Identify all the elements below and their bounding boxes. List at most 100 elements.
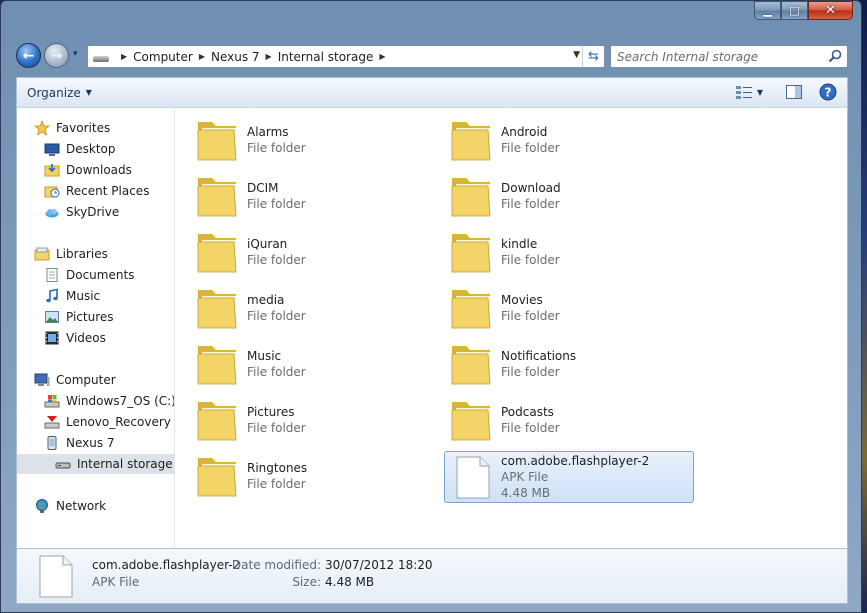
folder-item[interactable]: Android File folder	[430, 108, 680, 161]
portable-device-icon	[47, 436, 57, 450]
nav-label: Computer	[56, 373, 116, 387]
nav-internal-storage[interactable]: Internal storage	[17, 454, 174, 474]
help-icon: ?	[819, 83, 837, 101]
search-box[interactable]	[610, 45, 848, 68]
folder-icon	[451, 178, 491, 217]
details-file-name: com.adobe.flashplayer-2	[92, 558, 241, 572]
breadcrumb-separator-icon[interactable]: ▶	[373, 52, 391, 61]
folder-item[interactable]: iQuran File folder	[176, 220, 426, 273]
explorer-window: ▁ □ ✕ ← → ▾ ▶ Computer ▶ Nexus 7 ▶ Inter…	[0, 0, 862, 613]
file-type: File folder	[247, 365, 306, 379]
folder-item[interactable]: Alarms File folder	[176, 108, 426, 161]
nav-libraries[interactable]: Libraries	[34, 244, 108, 264]
nav-label: Network	[56, 499, 107, 513]
back-arrow-icon: ←	[22, 47, 35, 64]
folder-item[interactable]: Movies File folder	[430, 276, 680, 329]
toolbar-right: ▼ ?	[727, 82, 839, 102]
folder-item[interactable]: Notifications File folder	[430, 332, 680, 385]
folder-item[interactable]: Music File folder	[176, 332, 426, 385]
nav-label: Documents	[66, 268, 135, 282]
folder-item[interactable]: Podcasts File folder	[430, 388, 680, 441]
minimize-button[interactable]: ▁	[754, 1, 781, 20]
nav-label: Lenovo_Recovery (Q	[66, 415, 174, 429]
file-type: File folder	[501, 309, 560, 323]
maximize-button[interactable]: □	[781, 1, 808, 20]
breadcrumb-separator-icon[interactable]: ▶	[193, 52, 211, 61]
folder-icon	[197, 346, 237, 385]
nav-label: Music	[66, 289, 101, 303]
file-type: File folder	[501, 365, 560, 379]
recent-pages-dropdown[interactable]: ▾	[73, 49, 78, 59]
desktop-icon	[44, 143, 60, 156]
selected-file-item[interactable]: com.adobe.flashplayer-2 APK File 4.48 MB	[444, 451, 694, 503]
file-name: Download	[501, 181, 561, 195]
nav-documents[interactable]: Documents	[44, 265, 134, 285]
pictures-icon	[45, 311, 59, 323]
close-button[interactable]: ✕	[808, 1, 853, 20]
refresh-button[interactable]: ⇆	[582, 46, 604, 67]
close-icon: ✕	[825, 3, 836, 18]
drive-icon	[93, 55, 109, 62]
nav-videos[interactable]: Videos	[44, 328, 106, 348]
organize-button[interactable]: Organize ▼	[27, 78, 92, 107]
refresh-icon: ⇆	[588, 49, 599, 64]
nav-label: Recent Places	[66, 184, 150, 198]
file-type: File folder	[247, 309, 306, 323]
change-view-button[interactable]	[733, 82, 755, 102]
svg-text:?: ?	[825, 86, 832, 100]
nav-label: SkyDrive	[66, 205, 120, 219]
folder-item[interactable]: Pictures File folder	[176, 388, 426, 441]
preview-pane-button[interactable]	[783, 82, 805, 102]
folder-item[interactable]: media File folder	[176, 276, 426, 329]
file-name: Movies	[501, 293, 543, 307]
search-icon[interactable]	[827, 48, 843, 64]
folder-icon	[197, 290, 237, 329]
folder-icon	[451, 122, 491, 161]
back-button[interactable]: ←	[16, 43, 41, 68]
nav-pictures[interactable]: Pictures	[44, 307, 114, 327]
nav-windows7-os-drive[interactable]: Windows7_OS (C:)	[44, 391, 174, 411]
search-input[interactable]	[611, 46, 821, 67]
nav-lenovo-recovery-drive[interactable]: Lenovo_Recovery (Q	[44, 412, 174, 432]
nav-downloads[interactable]: Downloads	[44, 160, 132, 180]
windows-drive-icon	[44, 395, 60, 408]
nav-nexus7[interactable]: Nexus 7	[44, 433, 115, 453]
maximize-icon: □	[789, 4, 800, 17]
file-type: File folder	[247, 421, 306, 435]
navigation-bar: ← → ▾ ▶ Computer ▶ Nexus 7 ▶ Internal st…	[16, 43, 851, 69]
nav-label: Videos	[66, 331, 106, 345]
music-note-icon	[46, 288, 58, 303]
forward-button[interactable]: →	[44, 43, 69, 68]
folder-item[interactable]: DCIM File folder	[176, 164, 426, 217]
nav-skydrive[interactable]: SkyDrive	[44, 202, 119, 222]
folder-icon	[451, 346, 491, 385]
nav-music[interactable]: Music	[44, 286, 100, 306]
file-name: Notifications	[501, 349, 577, 363]
nav-network[interactable]: Network	[34, 496, 106, 516]
breadcrumb-label: Nexus 7	[210, 49, 260, 64]
nav-recent-places[interactable]: Recent Places	[44, 181, 149, 201]
nav-desktop[interactable]: Desktop	[44, 139, 116, 159]
view-options-dropdown-icon[interactable]: ▼	[757, 88, 763, 97]
folder-item[interactable]: Download File folder	[430, 164, 680, 217]
breadcrumb-separator-icon[interactable]: ▶	[115, 52, 133, 61]
file-size: 4.48 MB	[501, 486, 551, 500]
folder-item[interactable]: Ringtones File folder	[176, 444, 426, 497]
breadcrumb-computer[interactable]: ▶ Computer	[115, 46, 193, 67]
nav-computer[interactable]: Computer	[34, 370, 116, 390]
breadcrumb-separator-icon[interactable]: ▶	[260, 52, 278, 61]
nav-favorites[interactable]: Favorites	[34, 118, 110, 138]
file-type: File folder	[501, 421, 560, 435]
address-bar[interactable]: ▶ Computer ▶ Nexus 7 ▶ Internal storage …	[87, 45, 605, 68]
address-dropdown-icon[interactable]: ▼	[573, 50, 580, 60]
folder-item[interactable]: kindle File folder	[430, 220, 680, 273]
file-type: File folder	[247, 141, 306, 155]
file-name: DCIM	[247, 181, 279, 195]
breadcrumb-nexus7[interactable]: ▶ Nexus 7	[193, 46, 260, 67]
preview-pane-icon	[786, 85, 802, 99]
help-button[interactable]: ?	[817, 82, 839, 102]
file-type: File folder	[247, 197, 306, 211]
apk-file-icon	[39, 555, 73, 598]
breadcrumb-internal-storage[interactable]: ▶ Internal storage ▶	[260, 46, 392, 67]
recovery-drive-icon	[44, 416, 60, 429]
